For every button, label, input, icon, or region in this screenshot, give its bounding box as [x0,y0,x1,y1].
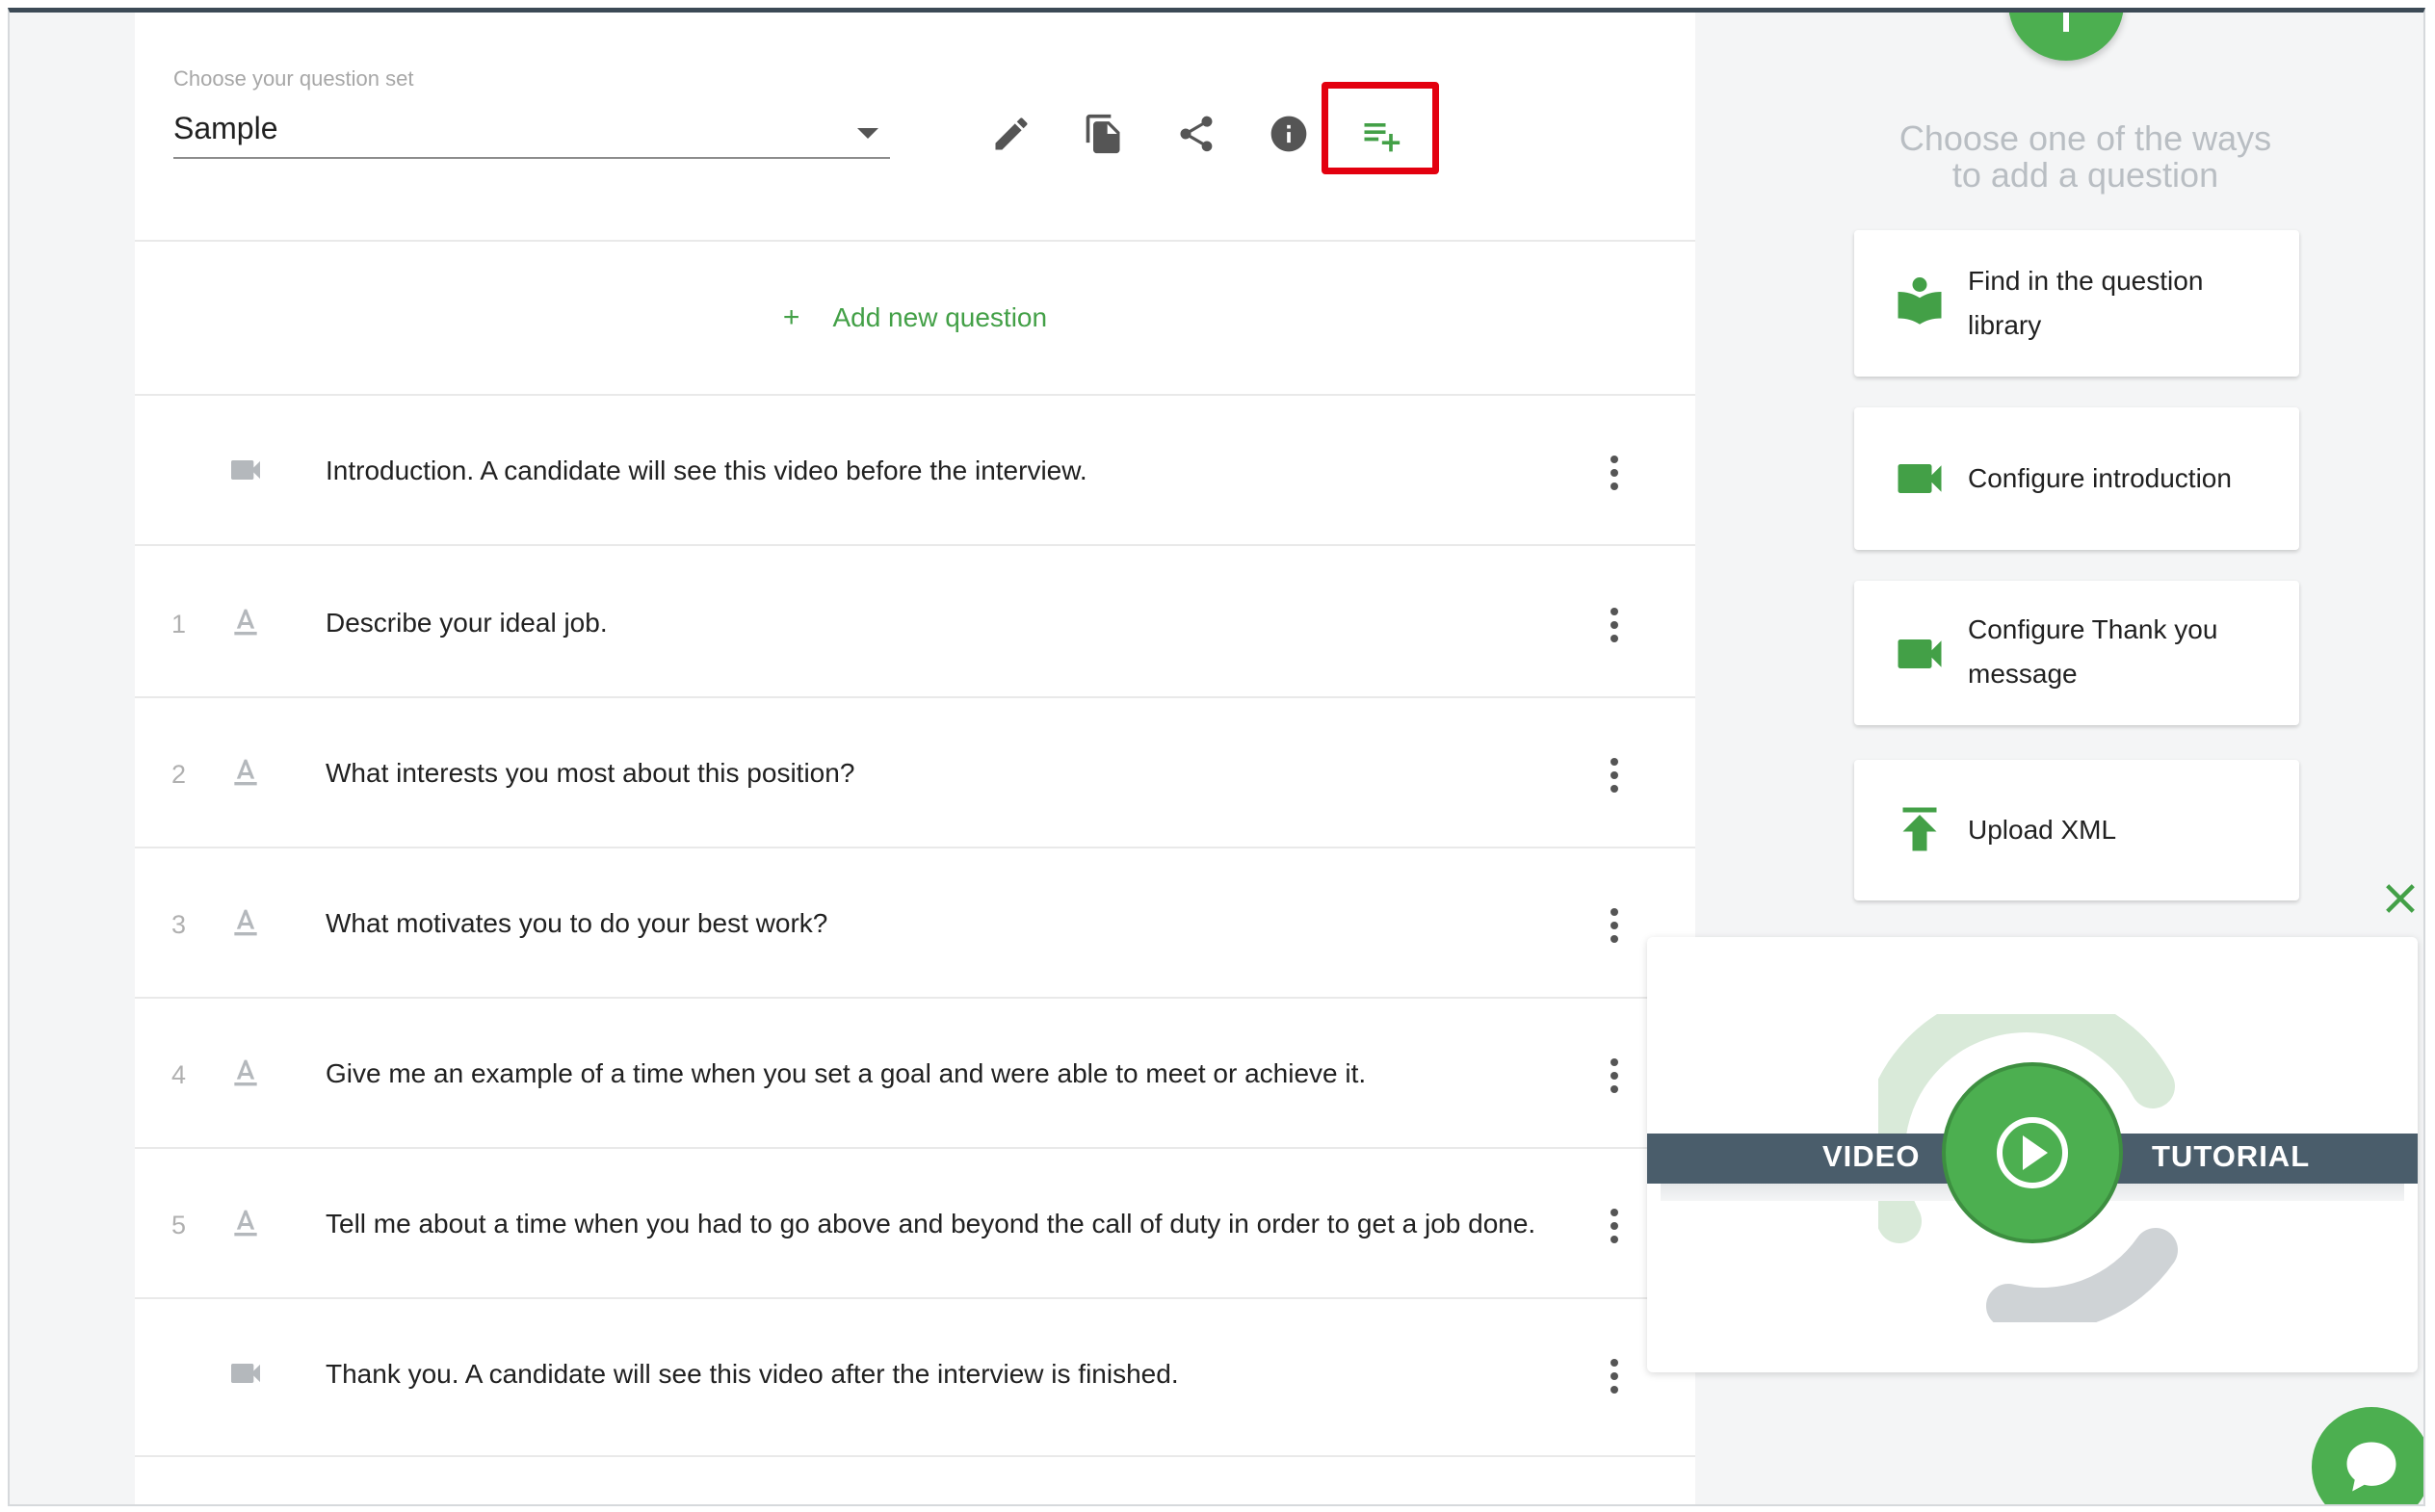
chat-bubble-icon [2346,1442,2396,1492]
tutorial-label: TUTORIAL [2152,1139,2311,1173]
video-label: VIDEO [1822,1139,1921,1173]
question-text: Thank you. A candidate will see this vid… [326,1359,1179,1389]
close-icon[interactable] [2381,879,2420,918]
text-format-icon [223,1201,268,1245]
add-fab-button[interactable] [2008,13,2124,61]
configure-thank-you-card[interactable]: Configure Thank you message [1854,581,2299,725]
card-label-line2: message [1968,659,2078,689]
question-row-2[interactable]: 2 What interests you most about this pos… [135,698,1695,848]
question-number: 4 [171,1060,187,1089]
play-button[interactable] [1942,1062,2123,1243]
question-text: What motivates you to do your best work? [326,908,828,938]
card-label-line1: Configure Thank you [1968,614,2218,644]
copy-icon [1086,114,1120,154]
find-in-library-card[interactable]: Find in the question library [1854,230,2299,377]
question-number: 2 [171,760,187,789]
app-window: Choose your question set Sample + Add ne… [8,8,2425,1506]
video-camera-icon [1891,450,1949,508]
card-label-line1: Find in the question [1968,266,2204,296]
chevron-down-icon [857,128,878,139]
video-camera-icon [223,1351,268,1395]
text-format-icon [223,600,268,644]
more-vert-icon[interactable] [1601,754,1628,796]
card-label-line1: Configure introduction [1968,463,2232,493]
more-vert-icon[interactable] [1601,904,1628,947]
question-row-3[interactable]: 3 What motivates you to do your best wor… [135,848,1695,999]
question-row-thank-you[interactable]: Thank you. A candidate will see this vid… [135,1299,1695,1457]
plus-icon: + [782,301,800,333]
question-set-label: Choose your question set [173,66,414,91]
add-question-title-line2: to add a question [1951,155,2219,195]
upload-icon [1891,800,1949,858]
text-format-icon [223,900,268,945]
add-new-question-button[interactable]: + Add new question [135,240,1695,396]
chat-button[interactable] [2312,1407,2423,1504]
add-question-title-line1: Choose one of the ways [1898,118,2272,158]
configure-introduction-card[interactable]: Configure introduction [1854,407,2299,550]
question-text: Give me an example of a time when you se… [326,1058,1367,1088]
info-icon [1270,116,1307,152]
copy-button[interactable] [1075,105,1133,163]
more-vert-icon[interactable] [1601,604,1628,646]
pencil-icon [995,117,1028,150]
question-number: 5 [171,1211,187,1239]
card-label-line1: Upload XML [1968,815,2117,845]
question-set-value: Sample [173,111,278,145]
add-question-title: Choose one of the ways to add a question [1811,120,2360,194]
more-vert-icon[interactable] [1601,1205,1628,1247]
question-row-4[interactable]: 4 Give me an example of a time when you … [135,999,1695,1149]
card-label-line2: library [1968,310,2042,340]
question-set-panel: Choose your question set Sample + Add ne… [135,13,1695,1504]
video-camera-icon [223,448,268,492]
question-row-1[interactable]: 1 Describe your ideal job. [135,548,1695,698]
question-row-intro[interactable]: Introduction. A candidate will see this … [135,396,1695,546]
plus-icon [2063,13,2069,32]
info-button[interactable] [1260,105,1318,163]
question-text: Describe your ideal job. [326,608,608,638]
highlight-box [1322,82,1439,174]
question-text: Introduction. A candidate will see this … [326,456,1087,485]
text-format-icon [223,1051,268,1095]
more-vert-icon[interactable] [1601,1055,1628,1097]
question-number: 3 [171,910,187,939]
video-tutorial-card[interactable]: VIDEO TUTORIAL [1647,937,2418,1372]
book-reader-icon [1891,273,1949,330]
more-vert-icon[interactable] [1601,452,1628,494]
question-text: Tell me about a time when you had to go … [326,1209,1536,1238]
video-camera-icon [1891,625,1949,683]
share-button[interactable] [1167,105,1225,163]
share-icon [1180,116,1213,152]
text-format-icon [223,750,268,795]
question-row-5[interactable]: 5 Tell me about a time when you had to g… [135,1149,1695,1299]
add-new-question-label: Add new question [832,302,1048,332]
more-vert-icon[interactable] [1601,1355,1628,1397]
question-set-select[interactable]: Sample [173,101,890,159]
edit-button[interactable] [982,105,1040,163]
upload-xml-card[interactable]: Upload XML [1854,760,2299,900]
question-number: 1 [171,610,187,639]
question-text: What interests you most about this posit… [326,758,855,788]
